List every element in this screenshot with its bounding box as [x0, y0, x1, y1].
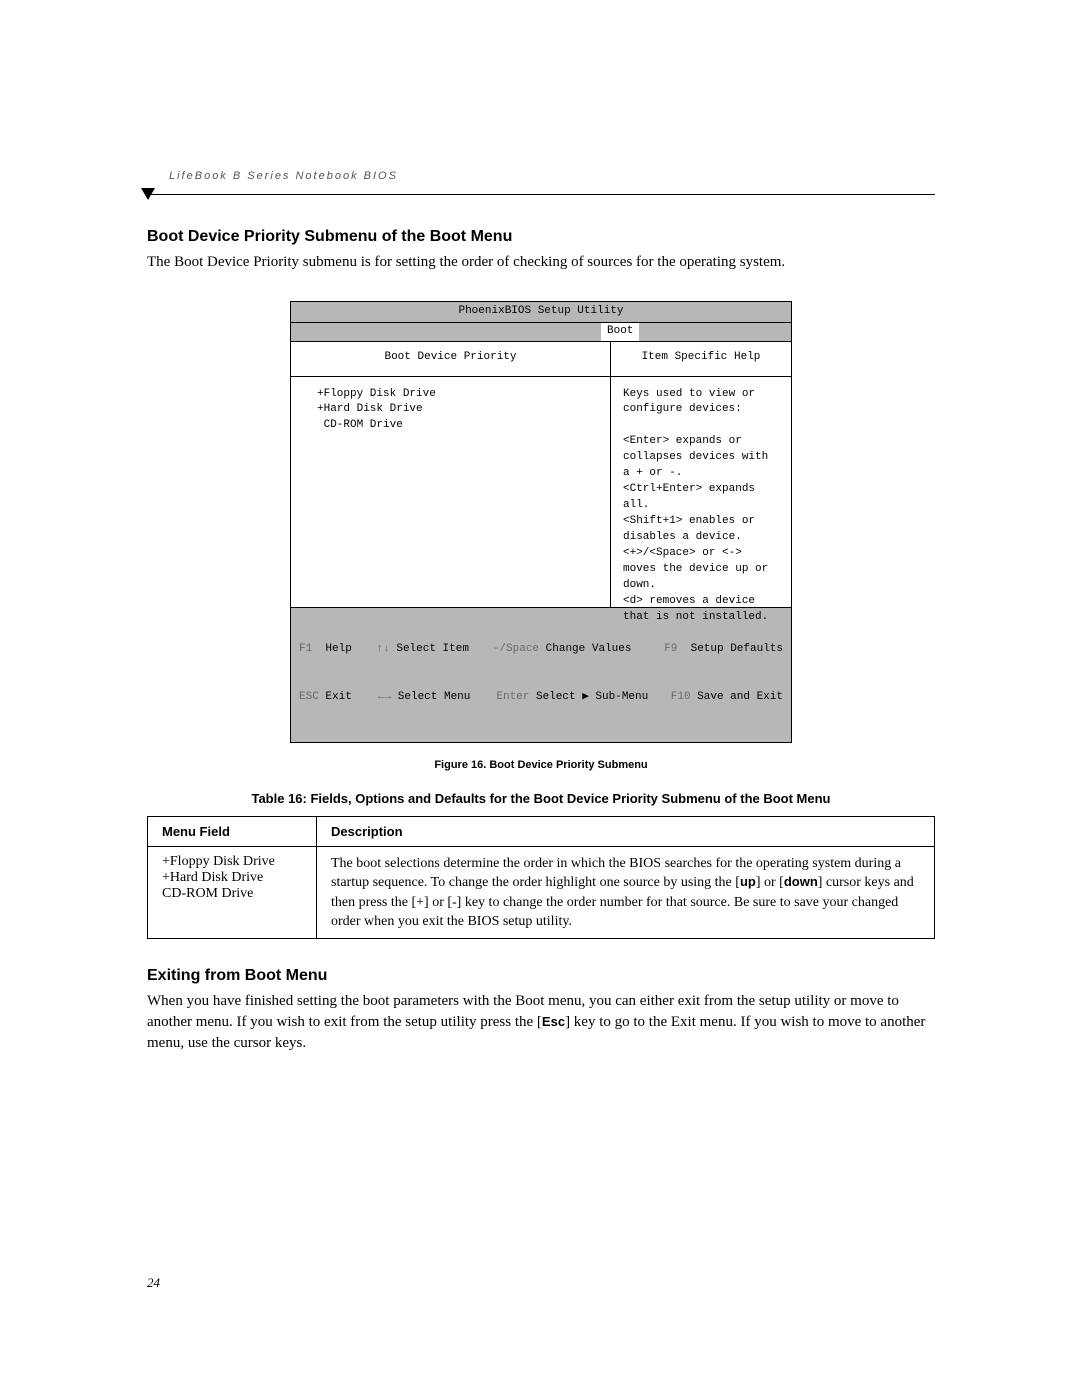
intro-paragraph: The Boot Device Priority submenu is for …: [147, 252, 935, 273]
bios-label-select-submenu: Select ▶ Sub-Menu: [536, 691, 648, 703]
bios-help-text: Keys used to view or configure devices: …: [611, 377, 791, 607]
bios-screenshot: PhoenixBIOS Setup Utility Boot Boot Devi…: [290, 301, 792, 743]
bios-key-updown: ↑↓: [377, 643, 390, 655]
table-title: Table 16: Fields, Options and Defaults f…: [147, 791, 935, 806]
exiting-paragraph: When you have finished setting the boot …: [147, 991, 935, 1053]
bios-title: PhoenixBIOS Setup Utility: [291, 302, 791, 323]
fields-table: Menu Field Description +Floppy Disk Driv…: [147, 816, 935, 939]
bios-label-change-values: Change Values: [546, 643, 632, 655]
bios-label-setup-defaults: Setup Defaults: [691, 643, 783, 655]
bios-key-enter: Enter: [496, 691, 529, 703]
table-cell-menu-field: +Floppy Disk Drive +Hard Disk Drive CD-R…: [148, 847, 317, 939]
bios-key-esc: ESC: [299, 691, 319, 703]
bios-menubar: Boot: [291, 323, 791, 342]
bios-label-help: Help: [325, 643, 351, 655]
table-head-description: Description: [317, 817, 935, 847]
table-cell-description: The boot selections determine the order …: [317, 847, 935, 939]
running-header: LifeBook B Series Notebook BIOS: [147, 170, 935, 182]
bios-footer: F1 Help ↑↓ Select Item -/Space Change Va…: [291, 607, 791, 743]
page-number: 24: [147, 1275, 160, 1291]
table-head-menu-field: Menu Field: [148, 817, 317, 847]
section-heading-exiting: Exiting from Boot Menu: [147, 967, 935, 985]
bios-label-select-item: Select Item: [396, 643, 469, 655]
bios-key-f10: F10: [671, 691, 691, 703]
bios-left-pane-header: Boot Device Priority: [291, 342, 611, 376]
bios-right-pane-header: Item Specific Help: [611, 342, 791, 376]
header-marker-icon: [141, 188, 155, 200]
section-heading-boot-device-priority: Boot Device Priority Submenu of the Boot…: [147, 228, 935, 246]
bios-key-f9: F9: [664, 643, 677, 655]
header-rule: [147, 188, 935, 202]
bios-label-exit: Exit: [325, 691, 351, 703]
bios-key-leftright: ←→: [378, 691, 391, 703]
table-row: +Floppy Disk Drive +Hard Disk Drive CD-R…: [148, 847, 935, 939]
bios-key-f1: F1: [299, 643, 312, 655]
bios-label-save-exit: Save and Exit: [697, 691, 783, 703]
bios-menu-boot: Boot: [601, 323, 639, 341]
bios-device-list: +Floppy Disk Drive +Hard Disk Drive CD-R…: [291, 377, 611, 607]
figure-caption: Figure 16. Boot Device Priority Submenu: [147, 759, 935, 771]
bios-key-space: -/Space: [493, 643, 539, 655]
bios-label-select-menu: Select Menu: [398, 691, 471, 703]
